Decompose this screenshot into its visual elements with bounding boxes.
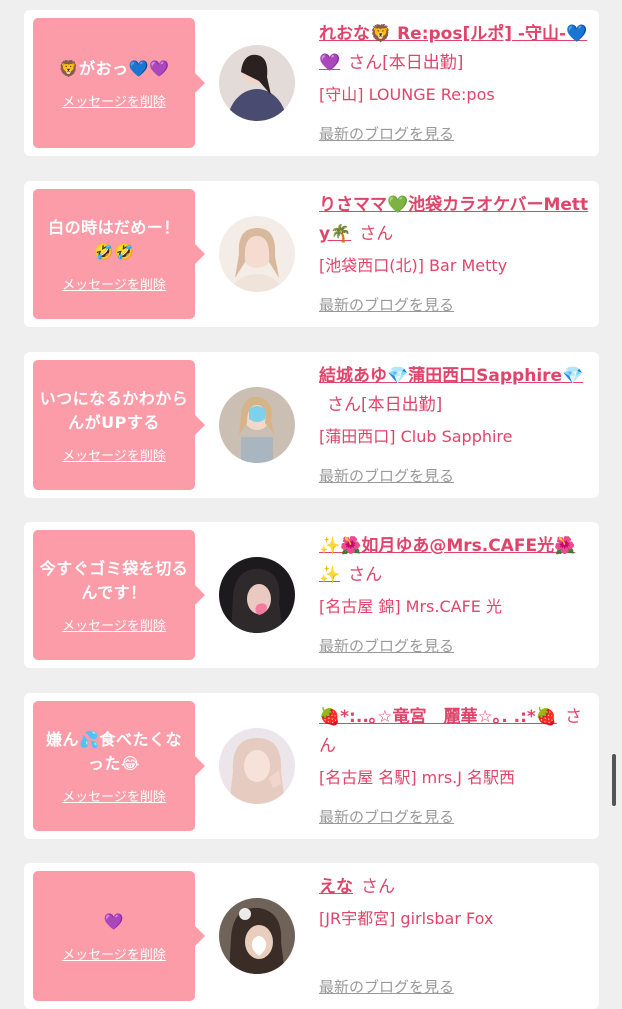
message-bubble: いつになるかわからんがUPする メッセージを削除 (33, 360, 205, 490)
message-text: 💜 (103, 911, 125, 931)
host-name-link[interactable]: 結城あゆ💎蒲田西口Sapphire💎 (319, 366, 583, 386)
host-name-link[interactable]: 🍓*:..｡☆竜宮 麗華☆｡. .:*🍓 (319, 707, 557, 727)
honorific-label: さん (359, 224, 394, 244)
delete-message-link[interactable]: メッセージを削除 (62, 445, 166, 464)
message-text: 嫌ん💦食べたくなった😂 (46, 729, 182, 773)
message-card: 💜 メッセージを削除 えな さん [JR宇都宮] girlsbar Fox 最新の… (24, 863, 599, 1009)
message-card: いつになるかわからんがUPする メッセージを削除 結城あゆ💎蒲田西口Sapphi… (24, 352, 599, 498)
message-text: いつになるかわからんがUPする (39, 388, 189, 432)
shop-label: [名古屋 名駅] mrs.J 名駅西 (319, 768, 516, 787)
host-name-line: 🍓*:..｡☆竜宮 麗華☆｡. .:*🍓 さん (319, 703, 589, 761)
avatar-photo-icon[interactable] (219, 557, 295, 633)
message-card: 🦁がおっ💙💜 メッセージを削除 れおな🦁 Re:pos[ルポ] -守山-💙💜 さん… (24, 10, 599, 156)
message-text: 白の時はだめー！🤣🤣 (48, 217, 180, 261)
host-name-line: 結城あゆ💎蒲田西口Sapphire💎 さん[本日出勤] (319, 362, 589, 420)
shop-label: [池袋西口(北)] Bar Metty (319, 256, 508, 275)
message-bubble: 💜 メッセージを削除 (33, 871, 205, 1001)
view-blog-link[interactable]: 最新のブログを見る (319, 465, 454, 486)
view-blog-link[interactable]: 最新のブログを見る (319, 635, 454, 656)
message-card: 白の時はだめー！🤣🤣 メッセージを削除 りさママ💚池袋カラオケバーMetty🌴 さ… (24, 181, 599, 327)
host-name-link[interactable]: えな (319, 877, 353, 897)
delete-message-link[interactable]: メッセージを削除 (62, 786, 166, 805)
host-info: 結城あゆ💎蒲田西口Sapphire💎 さん[本日出勤] [蒲田西口] Club S… (319, 362, 589, 450)
message-bubble: 🦁がおっ💙💜 メッセージを削除 (33, 18, 205, 148)
status-label: [本日出勤] (382, 53, 464, 73)
message-card: 今すぐゴミ袋を切るんです！ メッセージを削除 ✨🌺如月ゆあ@Mrs.CAFE光🌺… (24, 522, 599, 668)
message-bubble: 今すぐゴミ袋を切るんです！ メッセージを削除 (33, 530, 205, 660)
delete-message-link[interactable]: メッセージを削除 (62, 274, 166, 293)
shop-label: [JR宇都宮] girlsbar Fox (319, 909, 494, 928)
honorific-label: さん (348, 565, 383, 585)
honorific-label: さん (327, 395, 361, 415)
status-label: [本日出勤] (361, 395, 443, 415)
host-name-line: ✨🌺如月ゆあ@Mrs.CAFE光🌺✨ さん (319, 532, 589, 590)
host-info: れおな🦁 Re:pos[ルポ] -守山-💙💜 さん[本日出勤] [守山] LOUN… (319, 20, 589, 108)
honorific-label: さん (361, 877, 395, 897)
delete-message-link[interactable]: メッセージを削除 (62, 91, 166, 110)
shop-label: [蒲田西口] Club Sapphire (319, 427, 513, 446)
host-info: 🍓*:..｡☆竜宮 麗華☆｡. .:*🍓 さん [名古屋 名駅] mrs.J 名駅… (319, 703, 589, 791)
message-text: 🦁がおっ💙💜 (58, 58, 170, 78)
host-info: ✨🌺如月ゆあ@Mrs.CAFE光🌺✨ さん [名古屋 錦] Mrs.CAFE 光 (319, 532, 589, 620)
host-info: りさママ💚池袋カラオケバーMetty🌴 さん [池袋西口(北)] Bar Mett… (319, 191, 589, 279)
view-blog-link[interactable]: 最新のブログを見る (319, 806, 454, 827)
view-blog-link[interactable]: 最新のブログを見る (319, 123, 454, 144)
delete-message-link[interactable]: メッセージを削除 (62, 615, 166, 634)
shop-label: [名古屋 錦] Mrs.CAFE 光 (319, 597, 502, 616)
host-name-line: れおな🦁 Re:pos[ルポ] -守山-💙💜 さん[本日出勤] (319, 20, 589, 78)
message-text: 今すぐゴミ袋を切るんです！ (39, 558, 189, 602)
host-name-line: りさママ💚池袋カラオケバーMetty🌴 さん (319, 191, 589, 249)
message-bubble: 白の時はだめー！🤣🤣 メッセージを削除 (33, 189, 205, 319)
message-card: 嫌ん💦食べたくなった😂 メッセージを削除 🍓*:..｡☆竜宮 麗華☆｡. .:*… (24, 693, 599, 839)
delete-message-link[interactable]: メッセージを削除 (62, 944, 166, 963)
host-name-line: えな さん (319, 873, 589, 902)
scrollbar[interactable] (612, 754, 616, 806)
avatar-photo-icon[interactable] (219, 216, 295, 292)
avatar-photo-icon[interactable] (219, 728, 295, 804)
honorific-label: さん (348, 53, 383, 73)
view-blog-link[interactable]: 最新のブログを見る (319, 294, 454, 315)
view-blog-link[interactable]: 最新のブログを見る (319, 976, 454, 997)
host-info: えな さん [JR宇都宮] girlsbar Fox (319, 873, 589, 932)
avatar-photo-icon[interactable] (219, 387, 295, 463)
message-bubble: 嫌ん💦食べたくなった😂 メッセージを削除 (33, 701, 205, 831)
avatar-photo-icon[interactable] (219, 898, 295, 974)
shop-label: [守山] LOUNGE Re:pos (319, 85, 495, 104)
avatar-photo-icon[interactable] (219, 45, 295, 121)
